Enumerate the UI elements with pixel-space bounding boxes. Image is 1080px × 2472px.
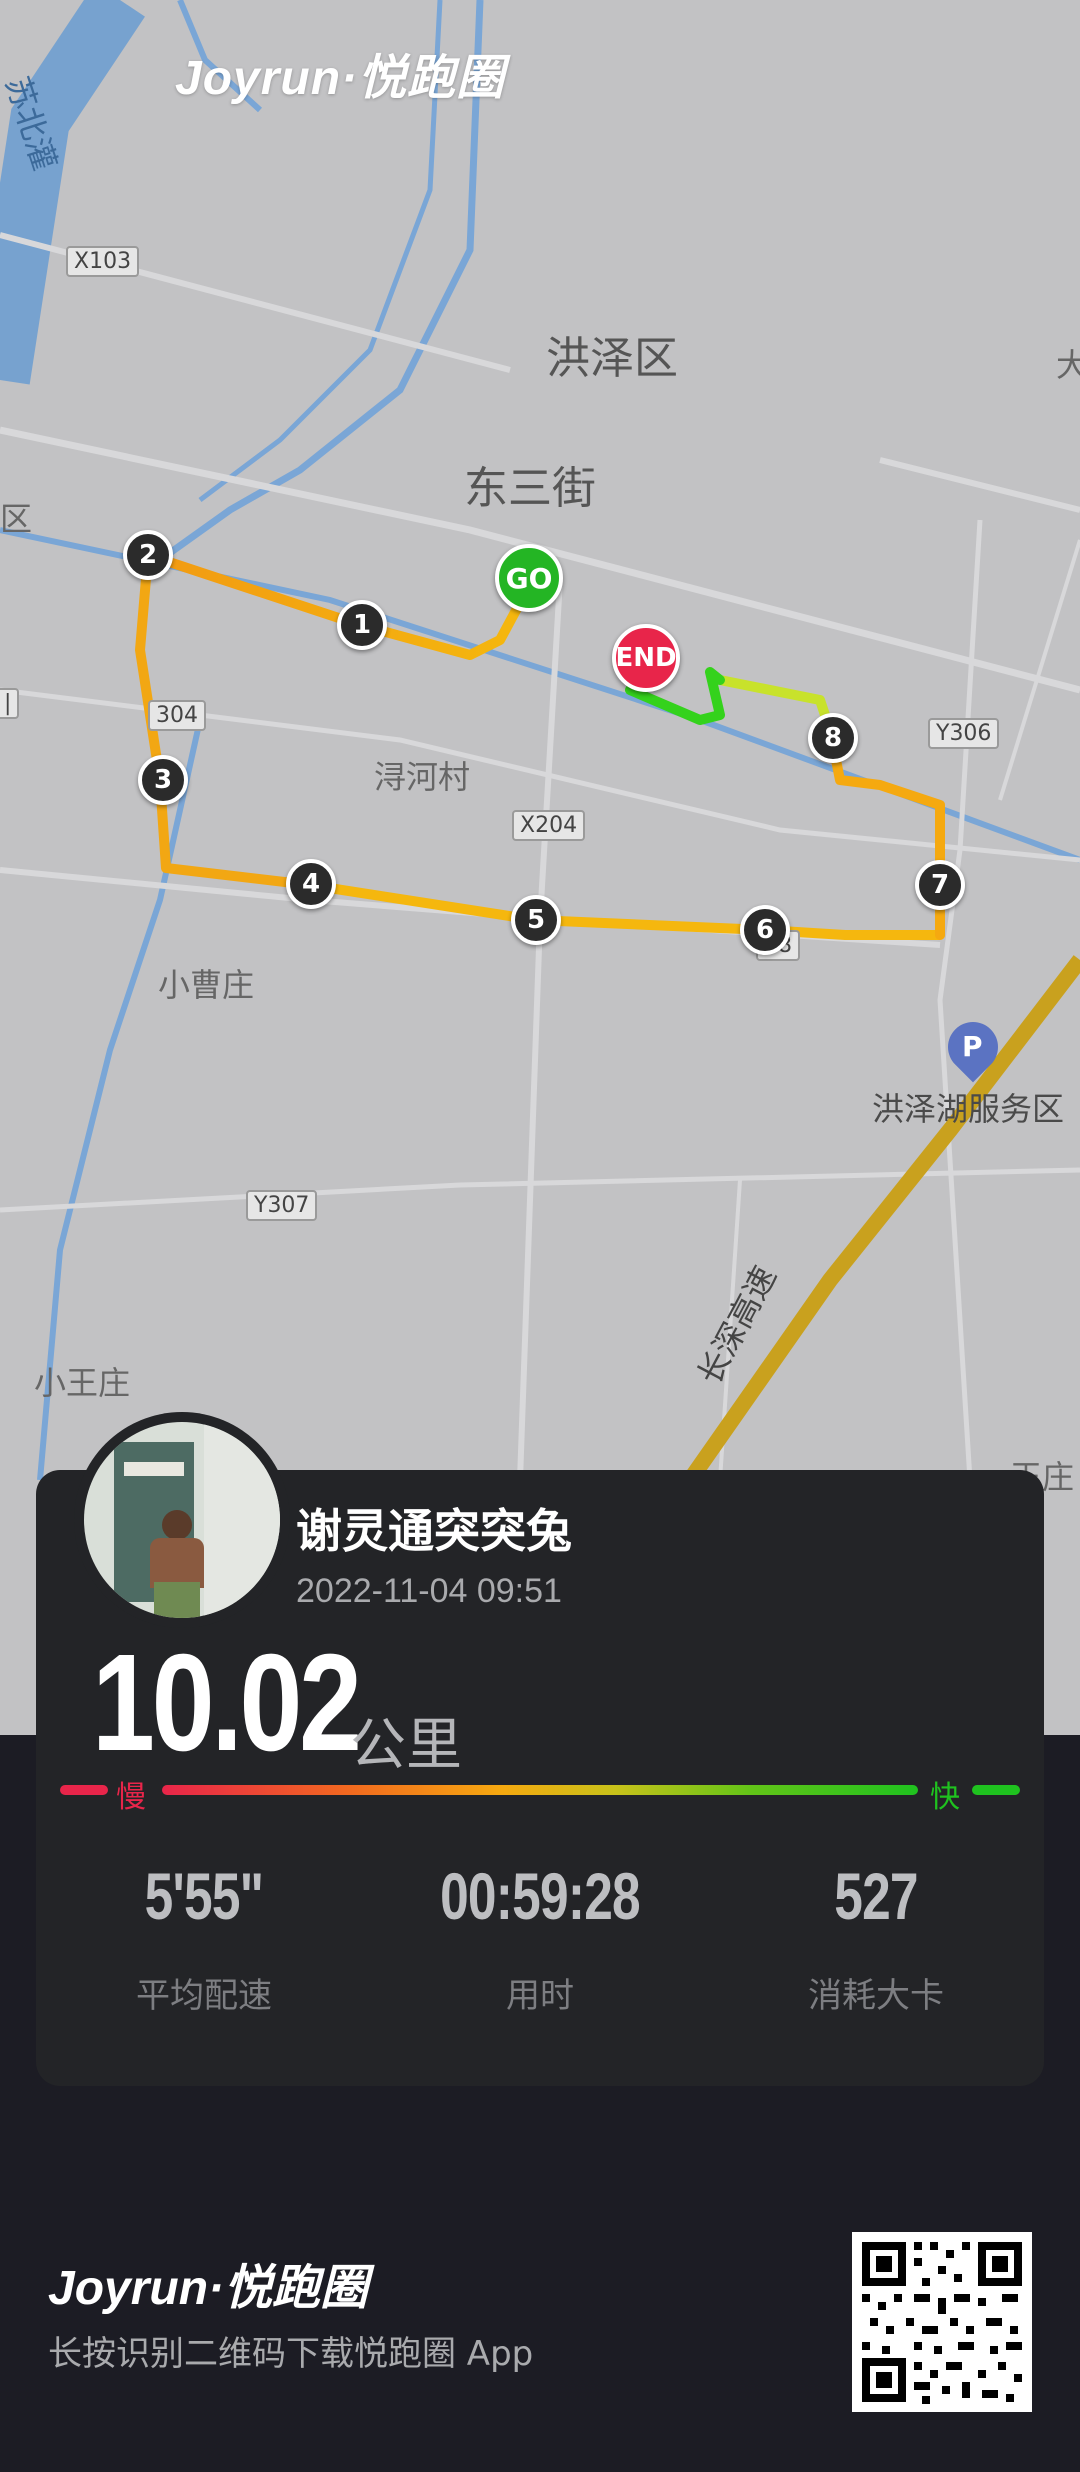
road-badge-y304: 304 — [148, 700, 206, 731]
avatar-photo — [84, 1422, 280, 1618]
km-marker-6[interactable]: 6 — [740, 905, 790, 955]
pace-fast-label: 快 — [930, 1780, 960, 1815]
distance-value: 10.02 — [92, 1626, 362, 1780]
road-badge-y307: Y307 — [246, 1190, 318, 1221]
map-label-village3: 小王庄 — [34, 1364, 131, 1402]
qr-code-icon[interactable] — [852, 2232, 1032, 2412]
avg-pace-value: 5'55" — [144, 1859, 264, 1933]
map-label-village2: 小曹庄 — [158, 966, 255, 1004]
calories-value: 527 — [834, 1859, 918, 1933]
road-badge-x204: X204 — [512, 810, 586, 841]
pace-legend-bar — [162, 1785, 918, 1795]
km-marker-4[interactable]: 4 — [286, 859, 336, 909]
km-marker-7[interactable]: 7 — [915, 860, 965, 910]
duration-label: 用时 — [506, 1976, 574, 2016]
map-label-district: 洪泽区 — [546, 333, 678, 384]
start-marker[interactable]: GO — [495, 544, 563, 612]
map-label-service-area: 洪泽湖服务区 — [872, 1090, 1065, 1128]
pace-bar-fast-cap — [972, 1785, 1020, 1795]
road-badge-y306: Y306 — [928, 718, 1000, 749]
end-marker[interactable]: END — [612, 624, 680, 692]
download-tagline: 长按识别二维码下载悦跑圈 App — [48, 2334, 534, 2374]
calories-label: 消耗大卡 — [808, 1976, 944, 2016]
brand-logo-bottom: Joyrun·悦跑圈 — [48, 2262, 369, 2315]
avg-pace-label: 平均配速 — [136, 1976, 272, 2016]
distance-unit: 公里 — [350, 1713, 462, 1778]
avatar[interactable] — [74, 1412, 290, 1628]
pace-slow-label: 慢 — [116, 1780, 146, 1815]
parking-label: P — [962, 1030, 983, 1063]
map-label-street: 东三街 — [464, 463, 596, 514]
road-badge-x103: X103 — [66, 246, 140, 277]
map-label-village: 浔河村 — [374, 758, 471, 796]
km-marker-2[interactable]: 2 — [123, 530, 173, 580]
road-badge-left-edge: | — [0, 688, 20, 719]
user-name: 谢灵通突突兔 — [296, 1504, 572, 1558]
km-marker-8[interactable]: 8 — [808, 713, 858, 763]
map-label-edge-left: 区 — [0, 500, 33, 538]
duration-value: 00:59:28 — [440, 1859, 641, 1933]
map-label-edge-right-top: 大 — [1056, 346, 1080, 384]
km-marker-5[interactable]: 5 — [511, 895, 561, 945]
run-datetime: 2022-11-04 09:51 — [296, 1572, 562, 1610]
km-marker-3[interactable]: 3 — [138, 755, 188, 805]
km-marker-1[interactable]: 1 — [337, 600, 387, 650]
brand-logo-top: Joyrun·悦跑圈 — [175, 52, 506, 105]
pace-bar-slow-cap — [60, 1785, 108, 1795]
